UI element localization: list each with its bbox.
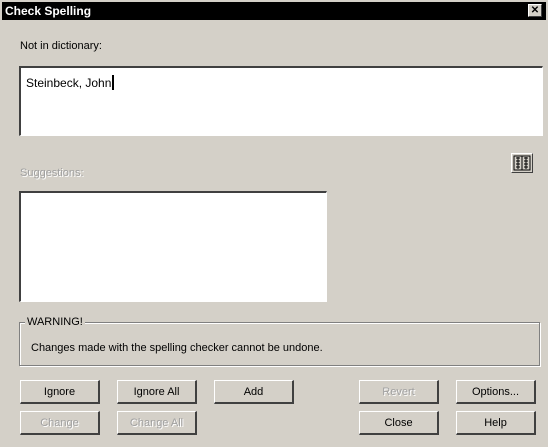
warning-text: Changes made with the spelling checker c… <box>31 342 323 354</box>
options-button[interactable]: Options... <box>456 380 536 404</box>
change-button[interactable]: Change <box>20 411 100 435</box>
not-in-dictionary-label: Not in dictionary: <box>20 40 102 52</box>
title-bar[interactable]: Check Spelling ✕ <box>2 2 546 20</box>
change-all-button[interactable]: Change All <box>117 411 197 435</box>
ignore-all-button[interactable]: Ignore All <box>117 380 197 404</box>
suggestions-label: Suggestions: <box>20 167 84 179</box>
suggestions-list[interactable] <box>19 191 327 302</box>
ignore-button[interactable]: Ignore <box>20 380 100 404</box>
dictionary-button[interactable] <box>511 153 533 173</box>
not-in-dictionary-value: Steinbeck, John <box>26 76 112 90</box>
revert-button[interactable]: Revert <box>359 380 439 404</box>
close-icon[interactable]: ✕ <box>528 4 542 17</box>
close-button[interactable]: Close <box>359 411 439 435</box>
text-cursor <box>112 75 115 90</box>
add-button[interactable]: Add <box>214 380 294 404</box>
dialog-title: Check Spelling <box>5 4 92 18</box>
warning-group: WARNING! Changes made with the spelling … <box>19 316 540 366</box>
dictionary-icon <box>513 155 531 171</box>
help-button[interactable]: Help <box>456 411 536 435</box>
warning-title: WARNING! <box>25 316 85 328</box>
not-in-dictionary-field[interactable]: Steinbeck, John <box>19 66 543 136</box>
check-spelling-dialog: Check Spelling ✕ Not in dictionary: Stei… <box>0 0 548 447</box>
